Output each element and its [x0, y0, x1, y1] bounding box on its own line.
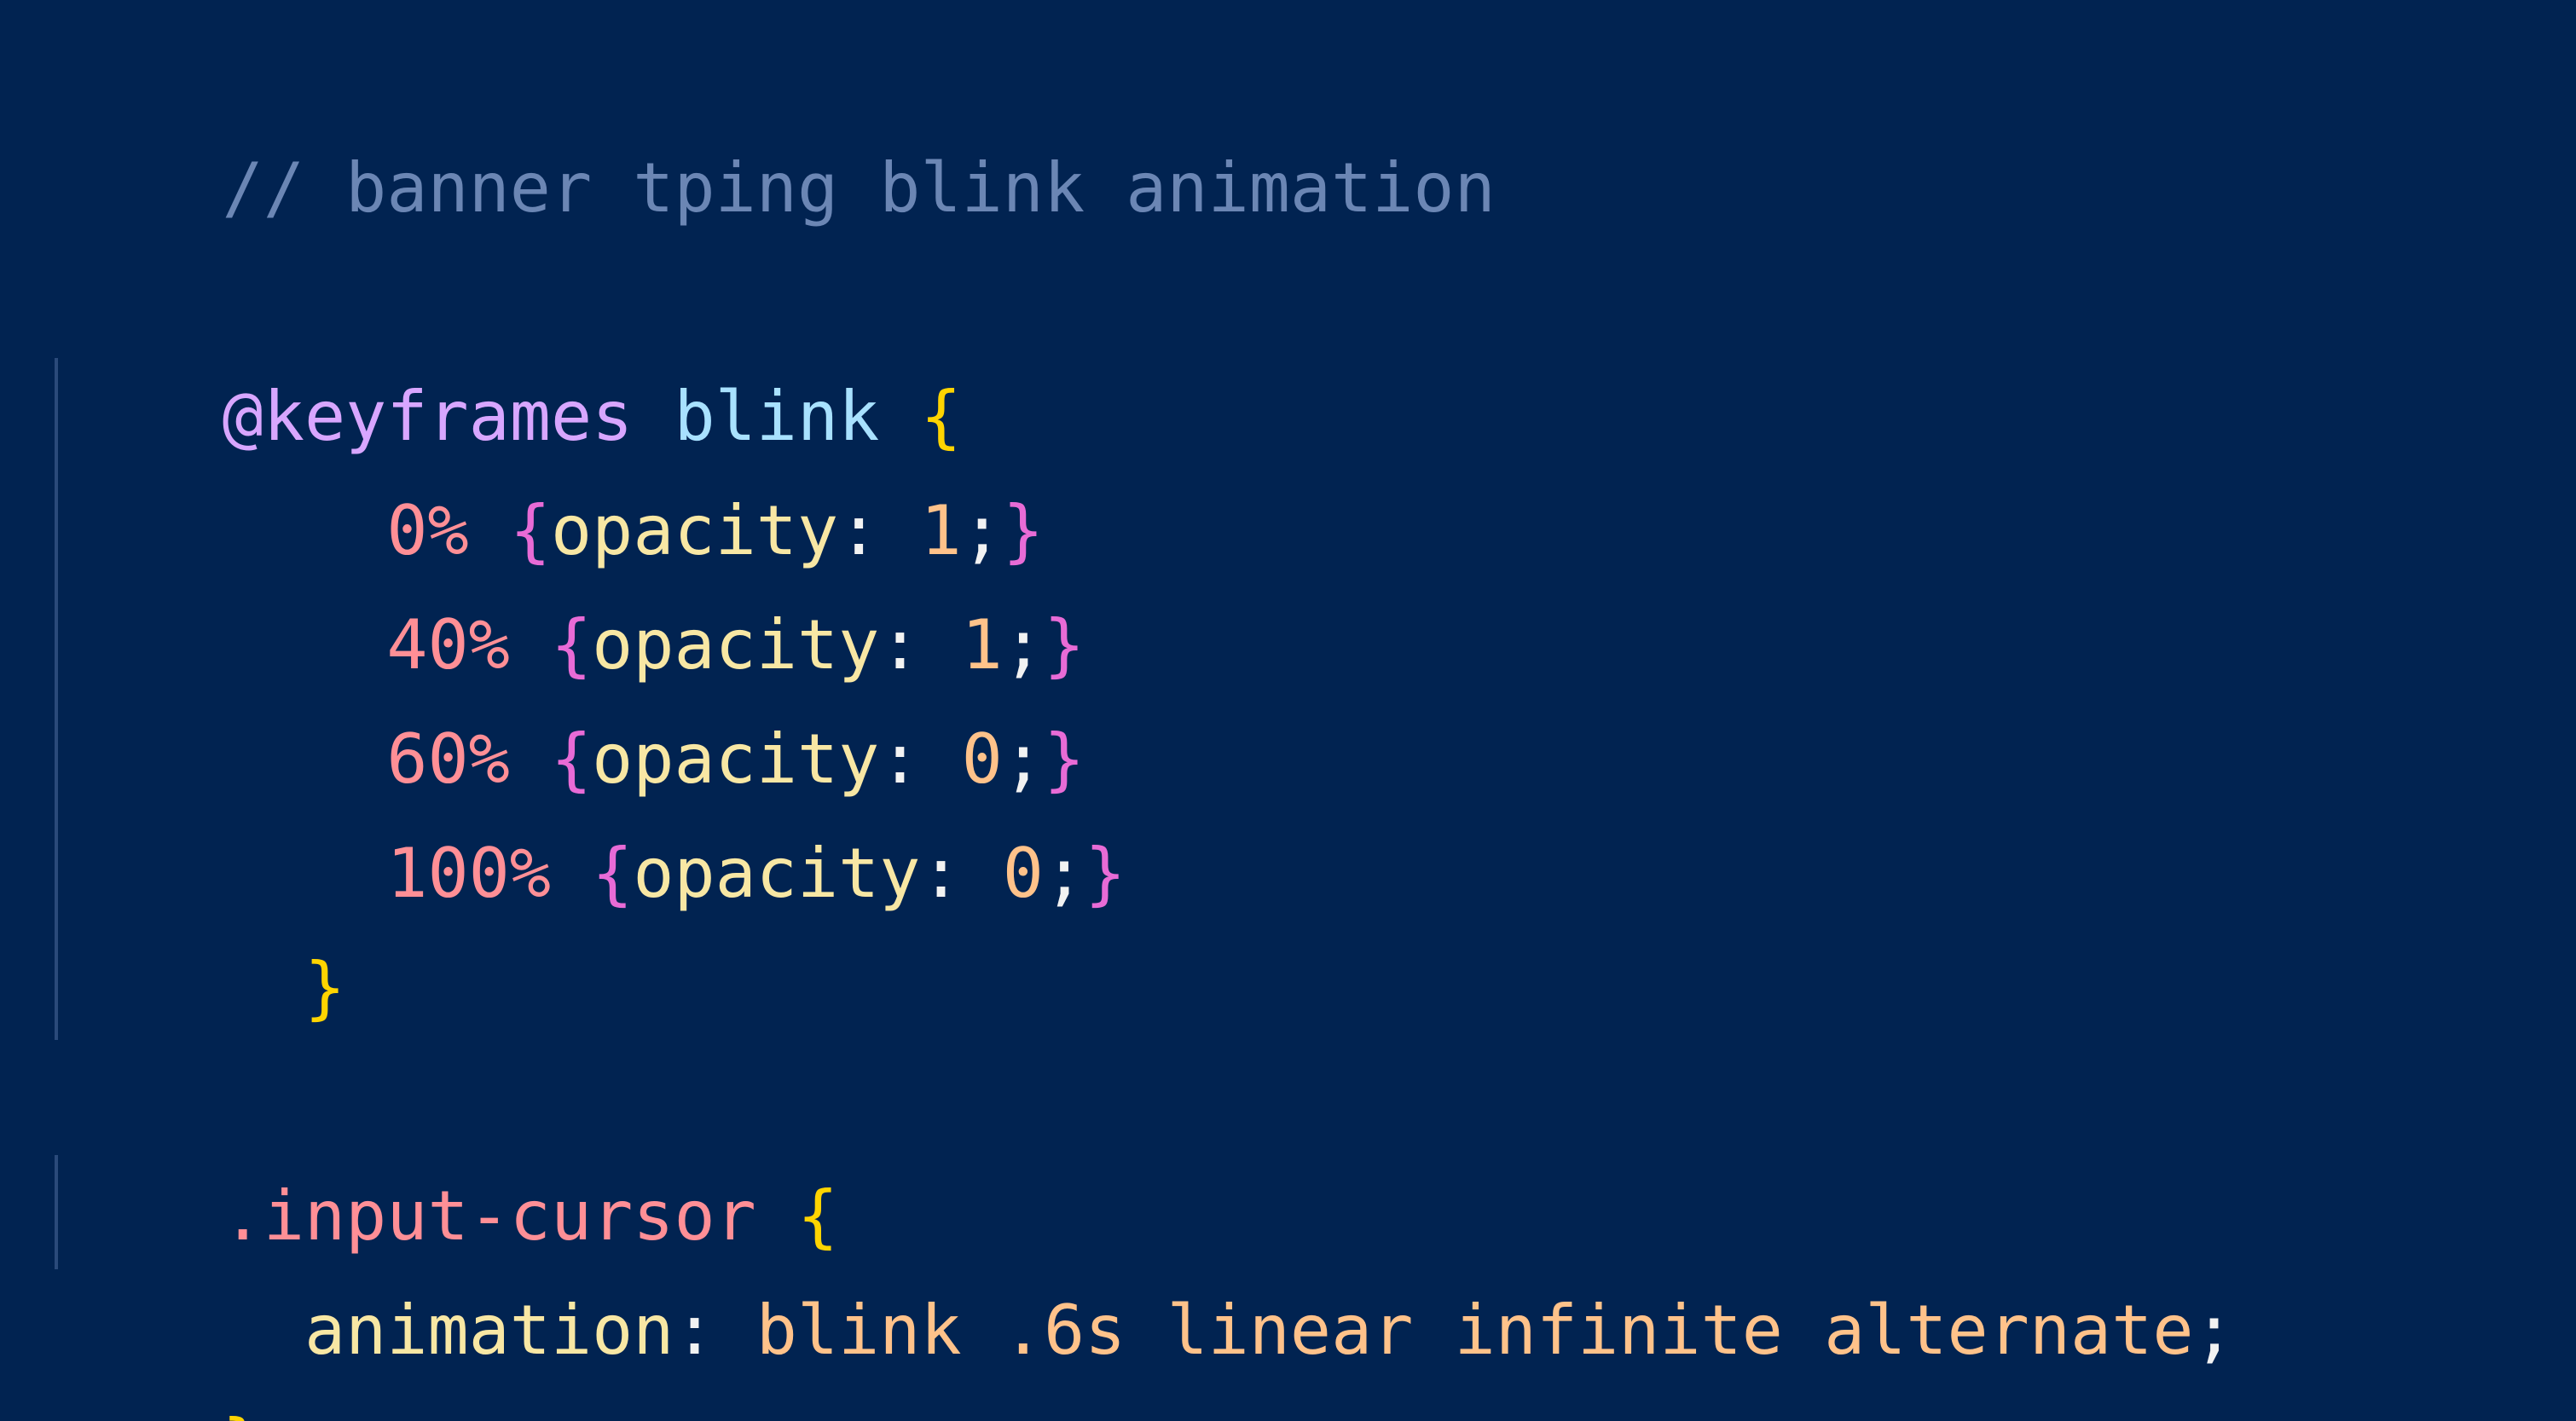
semicolon-token: ;: [1043, 834, 1085, 913]
semicolon-token: ;: [2193, 1291, 2235, 1370]
inner-close-brace-token: }: [1085, 834, 1126, 913]
value-token: 0: [1002, 834, 1044, 913]
code-line-3[interactable]: @keyframes blink {: [58, 245, 962, 456]
colon-token: :: [920, 834, 1003, 913]
colon-token: :: [674, 1291, 756, 1370]
property-token: animation: [304, 1291, 674, 1370]
code-line-7[interactable]: 100% {opacity: 0;}: [58, 702, 1126, 913]
comment-token: // banner tping blink animation: [222, 148, 1496, 228]
code-line-4[interactable]: 0% {opacity: 1;}: [58, 360, 1044, 570]
code-editor[interactable]: // banner tping blink animation @keyfram…: [0, 0, 2576, 1421]
code-line-6[interactable]: 60% {opacity: 0;}: [58, 588, 1085, 799]
close-brace-token: }: [223, 1405, 263, 1421]
code-line-11[interactable]: animation: blink .6s linear infinite alt…: [58, 1159, 2235, 1370]
code-line-12[interactable]: }: [58, 1274, 263, 1421]
code-line-5[interactable]: 40% {opacity: 1;}: [58, 474, 1085, 685]
inner-open-brace-token: {: [592, 834, 634, 913]
keyframe-selector-token: 100%: [386, 834, 551, 913]
value-token: blink .6s linear infinite alternate: [755, 1291, 2194, 1370]
close-brace-token: }: [304, 948, 346, 1027]
property-token: opacity: [633, 834, 921, 913]
code-line-8[interactable]: }: [58, 817, 345, 1027]
code-line-10[interactable]: .input-cursor {: [58, 1045, 838, 1256]
code-line-1[interactable]: // banner tping blink animation: [58, 17, 1496, 228]
